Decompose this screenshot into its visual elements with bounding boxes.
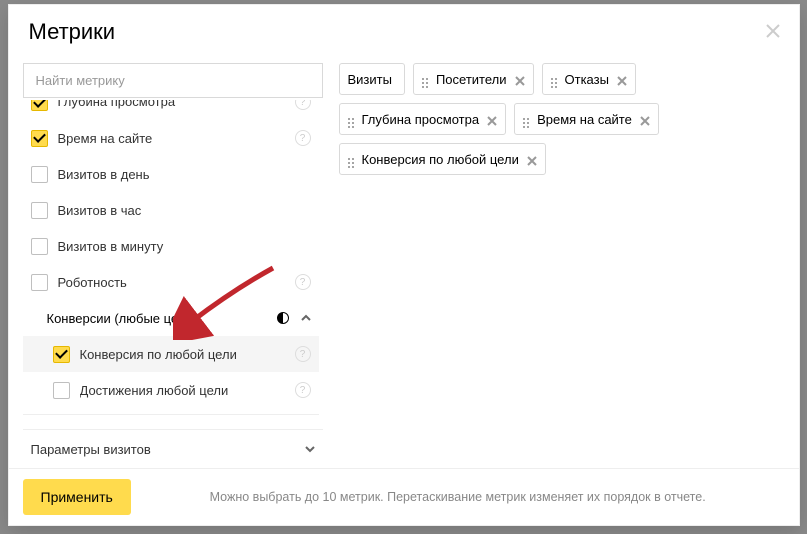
help-icon[interactable]: ? [295,382,311,398]
selected-panel: Визиты Посетители Отказы Глубина просмот… [323,63,785,468]
checkbox[interactable] [31,274,48,291]
metric-chip[interactable]: Конверсия по любой цели [339,143,546,175]
chip-label: Время на сайте [537,112,632,127]
modal-title: Метрики [29,19,779,45]
drag-handle-icon[interactable] [348,158,354,160]
row-label: Глубина просмотра [58,100,289,109]
checkbox[interactable] [31,202,48,219]
close-button[interactable] [761,19,785,43]
checkbox[interactable] [31,100,48,111]
chip-label: Визиты [348,72,392,87]
divider [23,414,319,415]
chip-list: Визиты Посетители Отказы Глубина просмот… [339,63,785,175]
metric-chip[interactable]: Время на сайте [514,103,659,135]
checkbox[interactable] [53,382,70,399]
row-label: Достижения любой цели [80,383,289,398]
chip-label: Отказы [565,72,609,87]
row-label: Визитов в день [58,167,311,182]
footer-hint: Можно выбрать до 10 метрик. Перетаскиван… [131,490,785,504]
tree-row[interactable]: Достижения любой цели ? [23,372,319,408]
drag-handle-icon[interactable] [523,118,529,120]
group-label: Конверсии (любые цели) [47,311,277,326]
drag-handle-icon[interactable] [551,78,557,80]
metrics-modal: Метрики Глубина просмотра ? Время [8,4,800,526]
checkbox[interactable] [31,238,48,255]
footer-label: Параметры визитов [31,442,151,457]
modal-footer: Применить Можно выбрать до 10 метрик. Пе… [9,468,799,525]
tree-group-header[interactable]: Конверсии (любые цели) [23,300,319,336]
help-icon[interactable]: ? [295,130,311,146]
metric-tree: Глубина просмотра ? Время на сайте ? Виз… [23,100,323,429]
chip-remove-button[interactable] [515,74,525,84]
chevron-up-icon [301,313,311,323]
tree-row[interactable]: Время на сайте ? [23,120,319,156]
search-box [23,63,323,98]
row-label: Визитов в час [58,203,311,218]
chip-remove-button[interactable] [617,74,627,84]
chip-remove-button[interactable] [640,114,650,124]
tree-row[interactable]: Визитов в день [23,156,319,192]
tree-section-footer[interactable]: Параметры визитов [23,429,323,468]
drag-handle-icon[interactable] [422,78,428,80]
tree-row[interactable]: Визитов в минуту [23,228,319,264]
row-label: Визитов в минуту [58,239,311,254]
modal-body: Глубина просмотра ? Время на сайте ? Виз… [9,55,799,468]
chip-remove-button[interactable] [487,114,497,124]
tree-row[interactable]: Конверсия по любой цели ? [23,336,319,372]
help-icon[interactable]: ? [295,100,311,110]
apply-button[interactable]: Применить [23,479,131,515]
tree-scroll[interactable]: Глубина просмотра ? Время на сайте ? Виз… [23,100,323,429]
metric-chip[interactable]: Посетители [413,63,534,95]
metric-chip[interactable]: Отказы [542,63,636,95]
left-panel: Глубина просмотра ? Время на сайте ? Виз… [23,63,323,468]
drag-handle-icon[interactable] [348,118,354,120]
modal-header: Метрики [9,5,799,55]
tree-row[interactable]: Роботность ? [23,264,319,300]
row-label: Время на сайте [58,131,289,146]
checkbox[interactable] [31,130,48,147]
metric-chip[interactable]: Глубина просмотра [339,103,507,135]
tree-row[interactable]: Глубина просмотра ? [23,100,319,120]
chip-label: Конверсия по любой цели [362,152,519,167]
search-input[interactable] [34,72,316,89]
row-label: Роботность [58,275,289,290]
help-icon[interactable]: ? [295,346,311,362]
chevron-down-icon [305,444,315,454]
tree-row[interactable]: Визитов в час [23,192,319,228]
chip-label: Посетители [436,72,507,87]
chip-remove-button[interactable] [527,154,537,164]
close-icon [765,23,781,39]
metric-chip[interactable]: Визиты [339,63,405,95]
help-icon[interactable]: ? [295,274,311,290]
checkbox[interactable] [31,166,48,183]
chip-label: Глубина просмотра [362,112,480,127]
row-label: Конверсия по любой цели [80,347,289,362]
partial-icon [277,312,289,324]
checkbox[interactable] [53,346,70,363]
